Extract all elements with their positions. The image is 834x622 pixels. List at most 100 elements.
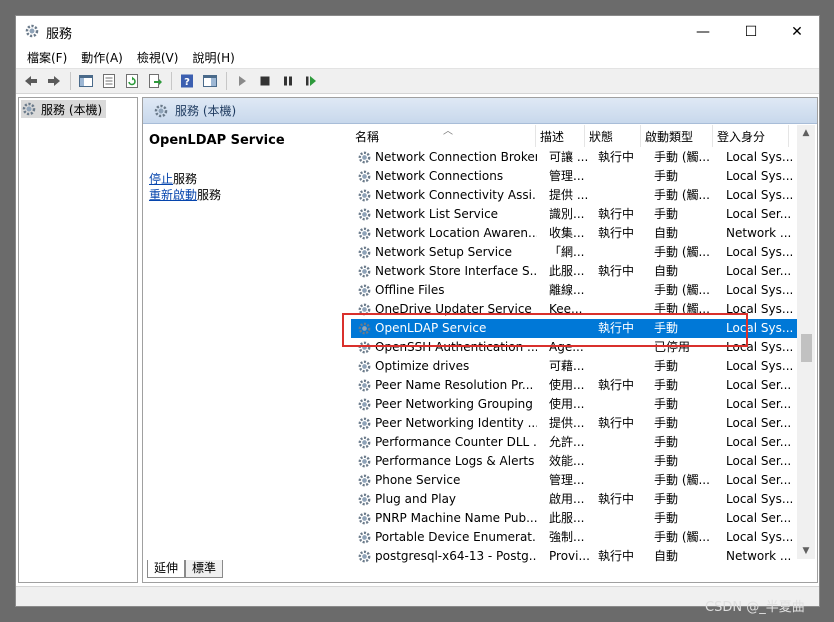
services-list: 名稱 ︿ 描述 狀態 啟動類型 登入身分 Network Connection … [351,125,817,563]
table-row[interactable]: Performance Logs & Alerts 效能... 手動 Local Se… [351,452,801,471]
maximize-button[interactable]: ☐ [728,16,774,47]
service-description: 此服... [549,511,585,525]
extended-details-panel: OpenLDAP Service 停止服務 重新啟動服務 [143,125,345,582]
table-row[interactable]: PNRP Machine Name Pub... 此服... 手動 Local Ser… [351,509,801,528]
service-startup-type: 手動 (觸... [654,150,710,164]
table-row[interactable]: Network Connectivity Assi... 提供 ... 手動 (觸.… [351,186,801,205]
service-gear-icon [358,322,371,335]
vertical-scrollbar[interactable]: ▲ ▼ [797,125,815,559]
service-description: 提供... [549,416,585,430]
service-status: 執行中 [598,226,635,240]
service-gear-icon [358,398,371,411]
service-status [598,167,648,186]
table-row[interactable]: Network Store Interface S... 此服... 執行中 自動 Lo… [351,262,801,281]
service-log-on-as: Local Sys... [726,340,794,354]
column-header-status[interactable]: 狀態 [585,125,641,147]
menu-file[interactable]: 檔案(F) [20,47,74,67]
service-description: Kee... [549,302,583,316]
restart-service-link[interactable]: 重新啟動 [149,188,197,202]
properties-icon[interactable] [98,70,120,92]
table-row[interactable]: Plug and Play 啟用... 執行中 手動 Local Sys... [351,490,801,509]
service-startup-type: 手動 [654,397,679,411]
toolbar-separator [70,72,71,90]
service-description: 識別... [549,207,585,221]
table-row[interactable]: Peer Networking Grouping 使用... 手動 Local Ser… [351,395,801,414]
table-row[interactable]: Optimize drives 可藉... 手動 Local Sys... [351,357,801,376]
watermark: CSDN @_半夏曲 [705,600,805,615]
service-log-on-as: Local Ser... [726,454,792,468]
stop-service-icon[interactable] [254,70,276,92]
service-name: Network Connectivity Assi... [375,188,537,202]
table-row[interactable]: Network Connections 管理... 手動 Local Sys... [351,167,801,186]
scrollbar-thumb[interactable] [801,334,812,362]
service-gear-icon [358,341,371,354]
service-log-on-as: Local Ser... [726,435,792,449]
service-log-on-as: Local Sys... [726,530,794,544]
service-description: 可讓 ... [549,150,589,164]
table-row[interactable]: OpenLDAP Service 執行中 手動 Local Sys... [351,319,801,338]
show-hide-action-pane-icon[interactable] [199,70,221,92]
menu-help[interactable]: 說明(H) [185,47,241,67]
table-row[interactable]: Portable Device Enumerat... 強制... 手動 (觸...… [351,528,801,547]
service-description: 「網... [549,245,585,259]
service-gear-icon [358,170,371,183]
help-icon[interactable]: ? [176,70,198,92]
service-description: 管理... [549,169,585,183]
service-description: 使用... [549,378,585,392]
service-log-on-as: Local Ser... [726,207,792,221]
column-header-log-on-as[interactable]: 登入身分 [713,125,789,147]
column-header-description[interactable]: 描述 [536,125,585,147]
scroll-up-icon[interactable]: ▲ [797,125,815,141]
service-name: Peer Networking Grouping [375,397,533,411]
service-description: 可藉... [549,359,585,373]
tab-standard[interactable]: 標準 [185,560,224,578]
service-status [598,357,648,376]
stop-service-line: 停止服務 [149,170,197,187]
close-button[interactable]: ✕ [774,16,819,47]
service-startup-type: 手動 (觸... [654,188,710,202]
menu-view[interactable]: 檢視(V) [130,47,186,67]
tree-item-services-local[interactable]: 服務 (本機) [21,100,107,118]
table-row[interactable]: Peer Networking Identity ... 提供... 執行中 手動 Lo… [351,414,801,433]
column-header-name[interactable]: 名稱 ︿ [351,125,536,147]
table-row[interactable]: Peer Name Resolution Pr... 使用... 執行中 手動 Loca… [351,376,801,395]
menu-action[interactable]: 動作(A) [74,47,130,67]
column-header-startup-type[interactable]: 啟動類型 [641,125,713,147]
table-row[interactable]: OneDrive Updater Service Kee... 手動 (觸... Lo… [351,300,801,319]
table-row[interactable]: Offline Files 離線... 手動 (觸... Local Sys... [351,281,801,300]
table-row[interactable]: Network Setup Service 「網... 手動 (觸... Local … [351,243,801,262]
service-status [598,300,648,319]
service-status: 執行中 [598,492,635,506]
table-row[interactable]: OpenSSH Authentication ... Age... 已停用 Local… [351,338,801,357]
service-startup-type: 手動 (觸... [654,245,710,259]
service-startup-type: 自動 [654,264,679,278]
services-gear-icon [154,104,168,117]
table-row[interactable]: Performance Counter DLL ... 允許... 手動 Local … [351,433,801,452]
show-console-tree-icon[interactable] [75,70,97,92]
service-startup-type: 手動 [654,492,679,506]
refresh-icon[interactable] [121,70,143,92]
service-gear-icon [358,417,371,430]
table-row[interactable]: Network Connection Broker 可讓 ... 執行中 手動 (觸.… [351,148,801,167]
forward-icon[interactable] [43,70,65,92]
restart-service-icon[interactable] [300,70,322,92]
service-name: Plug and Play [375,492,457,506]
service-gear-icon [358,493,371,506]
stop-service-link[interactable]: 停止 [149,172,173,186]
service-gear-icon [358,379,371,392]
service-name: Network Location Awaren... [375,226,537,240]
back-icon[interactable] [20,70,42,92]
pause-service-icon[interactable] [277,70,299,92]
title-bar[interactable]: 服務 — ☐ ✕ [16,16,819,47]
service-name: Optimize drives [375,359,470,373]
scroll-down-icon[interactable]: ▼ [797,543,815,559]
service-log-on-as: Local Sys... [726,492,794,506]
export-list-icon[interactable] [144,70,166,92]
table-row[interactable]: Phone Service 管理... 手動 (觸... Local Ser... [351,471,801,490]
table-row[interactable]: Network List Service 識別... 執行中 手動 Local Ser.… [351,205,801,224]
start-service-icon[interactable] [231,70,253,92]
service-log-on-as: Local Sys... [726,188,794,202]
minimize-button[interactable]: — [680,16,726,47]
table-row[interactable]: Network Location Awaren... 收集... 執行中 自動 Netw… [351,224,801,243]
tab-extended[interactable]: 延伸 [147,560,186,578]
